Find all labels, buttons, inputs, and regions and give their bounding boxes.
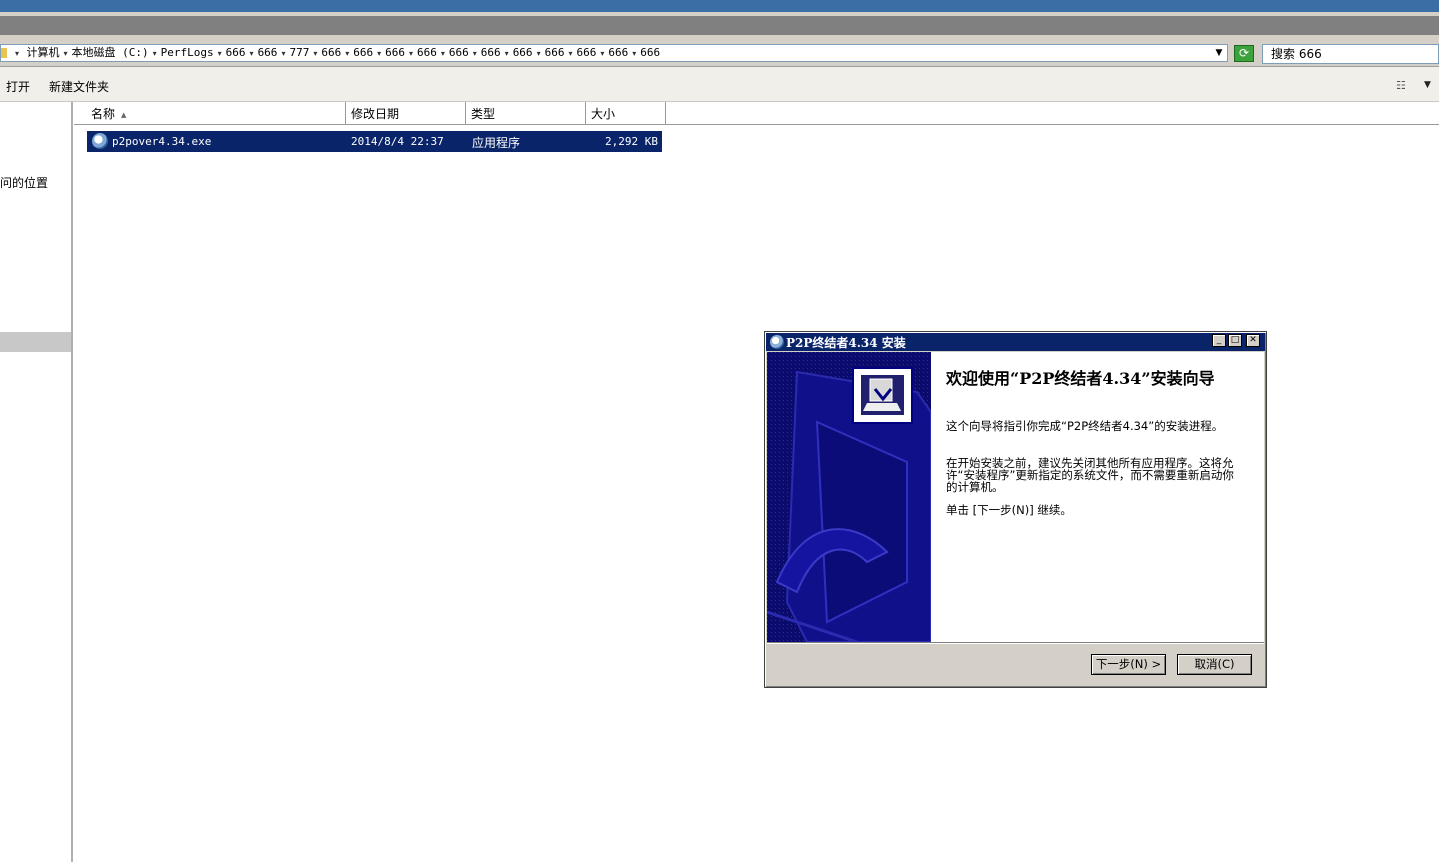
- chevron-down-icon[interactable]: ▾: [15, 49, 19, 58]
- breadcrumb-item[interactable]: 本地磁盘 (C:): [72, 46, 149, 59]
- installer-app-icon: [770, 335, 784, 349]
- wizard-heading: 欢迎使用“P2P终结者4.34”安装向导: [946, 369, 1215, 388]
- breadcrumb-item[interactable]: 计算机: [27, 46, 60, 59]
- breadcrumb-item[interactable]: 666: [353, 46, 373, 59]
- column-size-label: 大小: [591, 107, 616, 121]
- toolbar: [0, 67, 1439, 102]
- next-button[interactable]: 下一步(N) >: [1091, 654, 1166, 675]
- chevron-down-icon[interactable]: ▾: [64, 49, 68, 58]
- breadcrumb-item[interactable]: 666: [226, 46, 246, 59]
- column-date-label: 修改日期: [351, 107, 400, 121]
- breadcrumb-item[interactable]: 777: [289, 46, 309, 59]
- breadcrumb-item[interactable]: 666: [449, 46, 469, 59]
- breadcrumb-item[interactable]: 666: [640, 46, 660, 59]
- chevron-down-icon[interactable]: ▾: [505, 49, 509, 58]
- breadcrumb-item[interactable]: 666: [608, 46, 628, 59]
- refresh-icon[interactable]: ⟳: [1234, 45, 1254, 62]
- chevron-down-icon[interactable]: ▾: [250, 49, 254, 58]
- breadcrumb-item[interactable]: 666: [545, 46, 565, 59]
- chevron-down-icon[interactable]: ▾: [473, 49, 477, 58]
- chevron-down-icon[interactable]: ▾: [218, 49, 222, 58]
- cancel-button[interactable]: 取消(C): [1177, 654, 1252, 675]
- chevron-down-icon[interactable]: ▾: [632, 49, 636, 58]
- nav-item-recent-places[interactable]: 问的位置: [0, 174, 48, 191]
- breadcrumb-item[interactable]: PerfLogs: [161, 46, 214, 59]
- open-button[interactable]: 打开: [6, 78, 30, 95]
- chevron-down-icon[interactable]: ▾: [600, 49, 604, 58]
- dialog-separator: [767, 642, 1264, 644]
- search-input[interactable]: 搜索 666: [1262, 44, 1439, 64]
- column-header-date[interactable]: 修改日期: [346, 102, 466, 124]
- maximize-icon[interactable]: □: [1228, 334, 1242, 347]
- chevron-down-icon[interactable]: ▼: [1424, 80, 1431, 90]
- file-date: 2014/8/4 22:37: [351, 135, 444, 148]
- chevron-down-icon[interactable]: ▾: [441, 49, 445, 58]
- address-dropdown-icon[interactable]: ▼: [1212, 46, 1226, 60]
- chevron-down-icon[interactable]: ▾: [313, 49, 317, 58]
- nav-item-selected[interactable]: [0, 332, 71, 352]
- wizard-continue-text: 单击 [下一步(N)] 继续。: [946, 503, 1072, 517]
- wizard-intro-text: 这个向导将指引你完成“P2P终结者4.34”的安装进程。: [946, 419, 1224, 433]
- breadcrumb-item[interactable]: 666: [321, 46, 341, 59]
- view-options-icon[interactable]: ☷: [1396, 80, 1410, 92]
- breadcrumb-item[interactable]: 666: [385, 46, 405, 59]
- title-bar-strip: [0, 16, 1439, 35]
- column-type-label: 类型: [471, 107, 496, 121]
- top-window-band: [0, 0, 1439, 12]
- column-header-name[interactable]: 名称 ▲: [74, 102, 346, 124]
- navigation-pane: [0, 102, 73, 862]
- chevron-down-icon[interactable]: ▾: [281, 49, 285, 58]
- chevron-down-icon[interactable]: ▾: [568, 49, 572, 58]
- column-header-type[interactable]: 类型: [466, 102, 586, 124]
- file-size: 2,292 KB: [605, 135, 658, 148]
- folder-icon: [1, 48, 7, 58]
- minimize-icon[interactable]: _: [1212, 334, 1226, 347]
- file-type: 应用程序: [472, 136, 521, 150]
- installer-app-icon: [92, 133, 108, 149]
- file-name[interactable]: p2pover4.34.exe: [112, 135, 211, 148]
- close-icon[interactable]: ✕: [1246, 334, 1260, 347]
- breadcrumb-item[interactable]: 666: [481, 46, 501, 59]
- chevron-down-icon[interactable]: ▾: [409, 49, 413, 58]
- breadcrumb[interactable]: ▾ 计算机 ▾ 本地磁盘 (C:) ▾ PerfLogs ▾ 666 ▾ 666 ▾ 777 ▾ 666…: [0, 44, 1228, 62]
- chevron-down-icon[interactable]: ▾: [345, 49, 349, 58]
- breadcrumb-item[interactable]: 666: [576, 46, 596, 59]
- chevron-down-icon[interactable]: ▾: [153, 49, 157, 58]
- column-name-label: 名称: [91, 107, 116, 121]
- dialog-title: P2P终结者4.34 安装: [786, 336, 906, 350]
- wizard-advice-text: 在开始安装之前，建议先关闭其他所有应用程序。这将允许“安装程序”更新指定的系统文…: [946, 456, 1234, 494]
- column-header-size[interactable]: 大小: [586, 102, 666, 124]
- chevron-down-icon[interactable]: ▾: [537, 49, 541, 58]
- breadcrumb-item[interactable]: 666: [513, 46, 533, 59]
- sort-ascending-icon: ▲: [121, 110, 127, 119]
- breadcrumb-item[interactable]: 666: [417, 46, 437, 59]
- new-folder-button[interactable]: 新建文件夹: [49, 78, 109, 95]
- install-disk-icon: [861, 375, 904, 415]
- chevron-down-icon[interactable]: ▾: [377, 49, 381, 58]
- breadcrumb-item[interactable]: 666: [258, 46, 278, 59]
